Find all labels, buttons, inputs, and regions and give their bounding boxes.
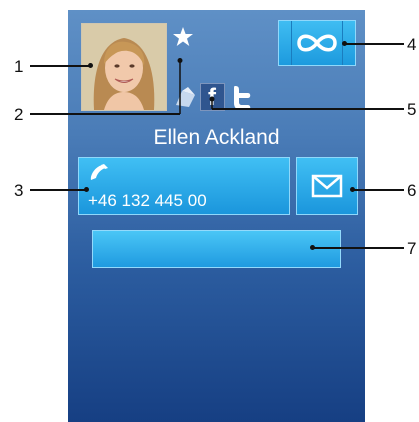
callout-3: 3: [14, 181, 24, 200]
callout-1: 1: [14, 57, 24, 76]
phone-number: +46 132 445 00: [88, 191, 207, 210]
leader-2: [30, 113, 180, 115]
leader-1-dot: [88, 63, 93, 68]
phone-icon: [90, 164, 108, 180]
callout-4: 4: [407, 35, 417, 54]
contact-photo[interactable]: [81, 23, 167, 111]
action-button[interactable]: [92, 230, 341, 268]
leader-5-riser: [209, 96, 215, 109]
callout-7: 7: [407, 239, 417, 258]
leader-4-dot: [342, 41, 347, 46]
leader-7-dot: [310, 245, 315, 250]
contact-screen: f Ellen Ackland +46 132 445 00: [68, 10, 365, 422]
twitter-icon[interactable]: [230, 83, 254, 111]
leader-4: [344, 43, 404, 45]
leader-6-dot: [350, 187, 355, 192]
leader-2-riser: [177, 58, 183, 114]
callout-2: 2: [14, 105, 24, 124]
leader-3: [30, 189, 86, 191]
portrait-image: [82, 24, 166, 110]
message-button[interactable]: [296, 157, 358, 215]
leader-7: [312, 247, 404, 249]
envelope-icon: [311, 174, 343, 198]
leader-3-dot: [84, 187, 89, 192]
call-button[interactable]: +46 132 445 00: [78, 157, 290, 215]
contact-name: Ellen Ackland: [153, 126, 280, 149]
leader-5: [212, 108, 404, 110]
leader-1: [30, 65, 90, 67]
callout-6: 6: [407, 181, 417, 200]
star-icon[interactable]: [172, 26, 194, 48]
callout-5: 5: [407, 100, 417, 119]
leader-6: [352, 189, 404, 191]
